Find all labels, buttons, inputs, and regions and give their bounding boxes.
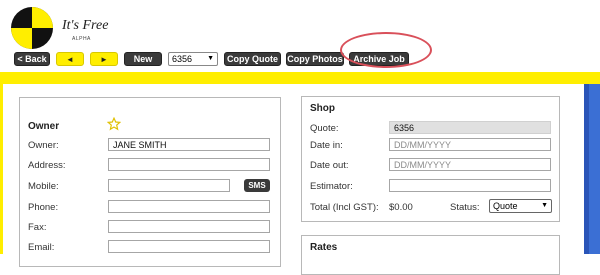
address-field[interactable]	[108, 158, 270, 171]
quote-label: Quote:	[310, 123, 339, 134]
date-out-field[interactable]: DD/MM/YYYY	[389, 158, 551, 171]
estimator-field[interactable]	[389, 179, 551, 192]
annotation-ellipse	[340, 32, 432, 68]
prev-button[interactable]: ◄	[56, 52, 84, 66]
date-in-field[interactable]: DD/MM/YYYY	[389, 138, 551, 151]
estimator-label: Estimator:	[310, 181, 353, 192]
star-icon[interactable]	[107, 117, 121, 131]
fax-field[interactable]	[108, 220, 270, 233]
next-button[interactable]: ►	[90, 52, 118, 66]
phone-label: Phone:	[28, 202, 59, 213]
total-label: Total (Incl GST):	[310, 202, 379, 213]
status-select[interactable]: Quote ▼	[489, 199, 552, 213]
status-label: Status:	[450, 202, 480, 213]
copy-photos-button[interactable]: Copy Photos	[286, 52, 344, 66]
mobile-label: Mobile:	[28, 181, 59, 192]
new-button[interactable]: New	[124, 52, 162, 66]
owner-title: Owner	[28, 121, 60, 132]
job-select[interactable]: 6356 ▼	[168, 52, 218, 66]
logo-title: It's Free	[62, 18, 109, 33]
date-in-label: Date in:	[310, 140, 343, 151]
chevron-down-icon: ▼	[541, 202, 548, 209]
email-label: Email:	[28, 242, 55, 253]
header-bar	[0, 72, 600, 84]
owner-label: Owner:	[28, 140, 59, 151]
owner-field[interactable]: JANE SMITH	[108, 138, 270, 151]
address-label: Address:	[28, 160, 66, 171]
quote-field: 6356	[389, 121, 551, 134]
phone-field[interactable]	[108, 200, 270, 213]
status-select-value: Quote	[493, 201, 518, 211]
logo-subtitle: ALPHA	[72, 36, 91, 42]
back-button[interactable]: < Back	[14, 52, 50, 66]
job-select-value: 6356	[172, 54, 193, 64]
total-value: $0.00	[389, 202, 413, 213]
sms-button[interactable]: SMS	[244, 179, 270, 192]
side-stripe-edge	[584, 84, 589, 254]
rates-panel	[301, 235, 560, 275]
date-out-label: Date out:	[310, 160, 349, 171]
chevron-down-icon: ▼	[207, 55, 214, 62]
copy-quote-button[interactable]: Copy Quote	[224, 52, 281, 66]
left-stripe	[0, 84, 3, 254]
fax-label: Fax:	[28, 222, 47, 233]
shop-title: Shop	[310, 103, 335, 114]
crash-test-logo-icon	[11, 7, 53, 49]
email-field[interactable]	[108, 240, 270, 253]
mobile-field[interactable]	[108, 179, 230, 192]
rates-title: Rates	[310, 242, 338, 253]
